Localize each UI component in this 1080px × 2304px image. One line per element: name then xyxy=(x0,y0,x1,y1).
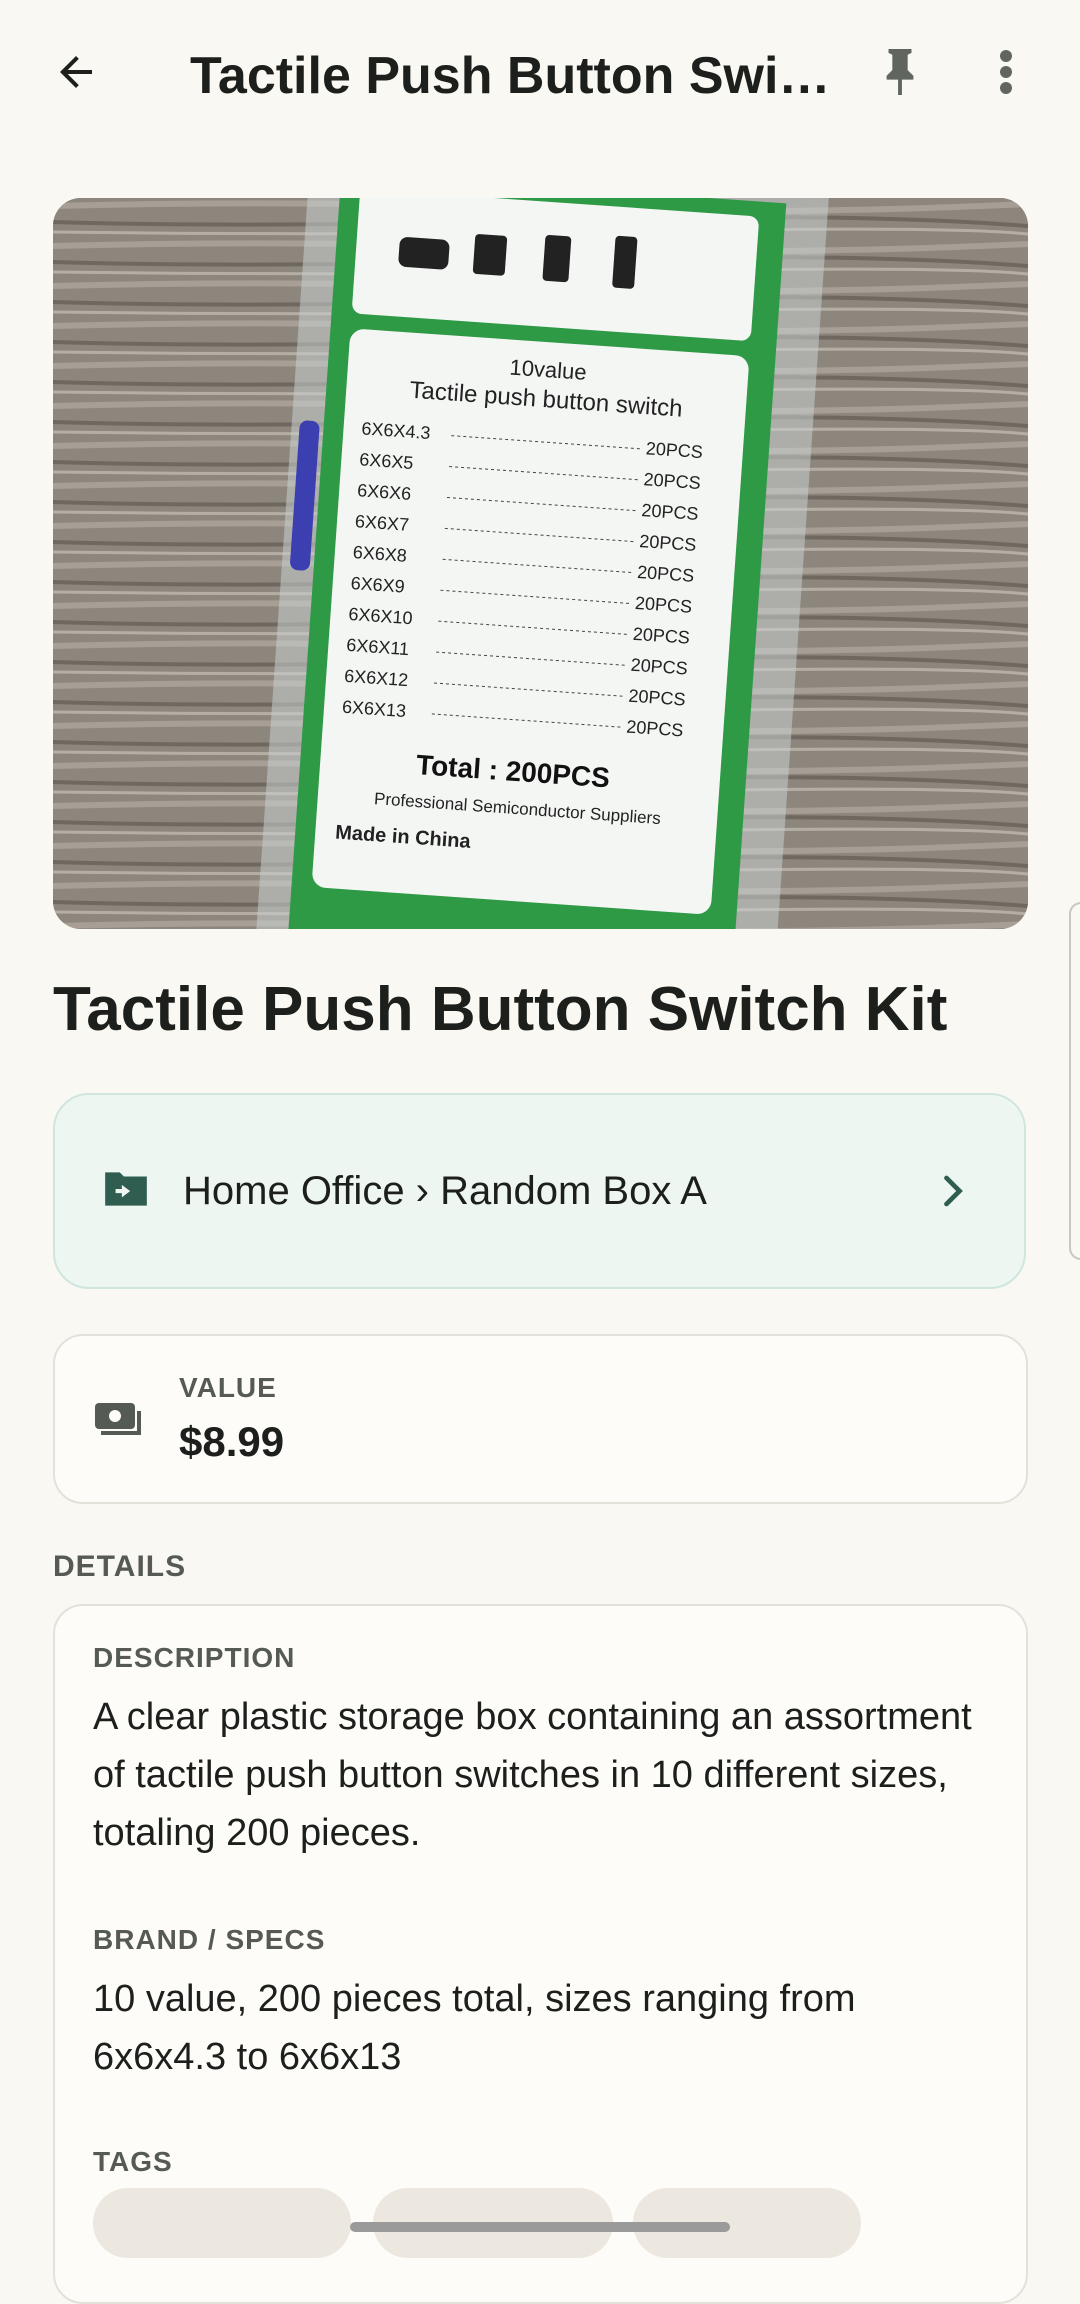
box-row-size: 6X6X9 xyxy=(350,573,405,597)
box-row-qty: 20PCS xyxy=(637,562,695,586)
box-row-qty: 20PCS xyxy=(634,593,692,617)
photo-illustration: 10value Tactile push button switch 6X6X4… xyxy=(53,198,1028,929)
box-row-qty: 20PCS xyxy=(641,500,699,524)
brand-specs-text: 10 value, 200 pieces total, sizes rangin… xyxy=(93,1978,856,2078)
value-card[interactable]: VALUE $8.99 xyxy=(53,1334,1028,1504)
payments-icon xyxy=(95,1403,141,1435)
tag-chip[interactable] xyxy=(93,2188,351,2258)
box-row-size: 6X6X8 xyxy=(352,542,407,566)
item-title: Tactile Push Button Switch Kit xyxy=(53,975,948,1044)
more-options-button[interactable] xyxy=(970,36,1042,108)
edge-panel-handle[interactable] xyxy=(1069,902,1080,1260)
details-section-label: DETAILS xyxy=(53,1550,187,1583)
pin-icon xyxy=(886,49,914,95)
location-card[interactable]: Home Office › Random Box A xyxy=(53,1093,1026,1289)
details-card: DESCRIPTION A clear plastic storage box … xyxy=(53,1604,1028,2304)
box-row-qty: 20PCS xyxy=(626,717,684,741)
box-row-qty: 20PCS xyxy=(643,469,701,493)
top-app-bar: Tactile Push Button Switch Kit xyxy=(0,0,1080,150)
box-row-qty: 20PCS xyxy=(632,624,690,648)
box-row-qty: 20PCS xyxy=(639,531,697,555)
description-label: DESCRIPTION xyxy=(93,1642,296,1673)
box-row-qty: 20PCS xyxy=(630,655,688,679)
tags-label: TAGS xyxy=(93,2146,173,2177)
box-row-size: 6X6X6 xyxy=(357,480,412,504)
back-button[interactable] xyxy=(40,36,112,108)
box-row-size: 6X6X7 xyxy=(354,511,409,535)
item-photo[interactable]: 10value Tactile push button switch 6X6X4… xyxy=(53,198,1028,929)
arrow-back-icon xyxy=(60,56,92,88)
more-vert-icon xyxy=(1000,50,1012,94)
value-label: VALUE xyxy=(179,1372,277,1403)
box-row-size: 6X6X5 xyxy=(359,449,414,473)
description-text: A clear plastic storage box containing a… xyxy=(93,1696,972,1854)
page-title: Tactile Push Button Switch Kit xyxy=(190,47,840,105)
brand-specs-label: BRAND / SPECS xyxy=(93,1924,326,1955)
value-amount: $8.99 xyxy=(179,1418,285,1465)
pin-button[interactable] xyxy=(864,36,936,108)
box-row-qty: 20PCS xyxy=(628,686,686,710)
folder-move-icon xyxy=(105,1172,147,1206)
box-row-qty: 20PCS xyxy=(645,438,703,462)
chevron-right-icon xyxy=(944,1175,963,1207)
location-path: Home Office › Random Box A xyxy=(183,1169,707,1213)
gesture-bar[interactable] xyxy=(350,2222,730,2232)
